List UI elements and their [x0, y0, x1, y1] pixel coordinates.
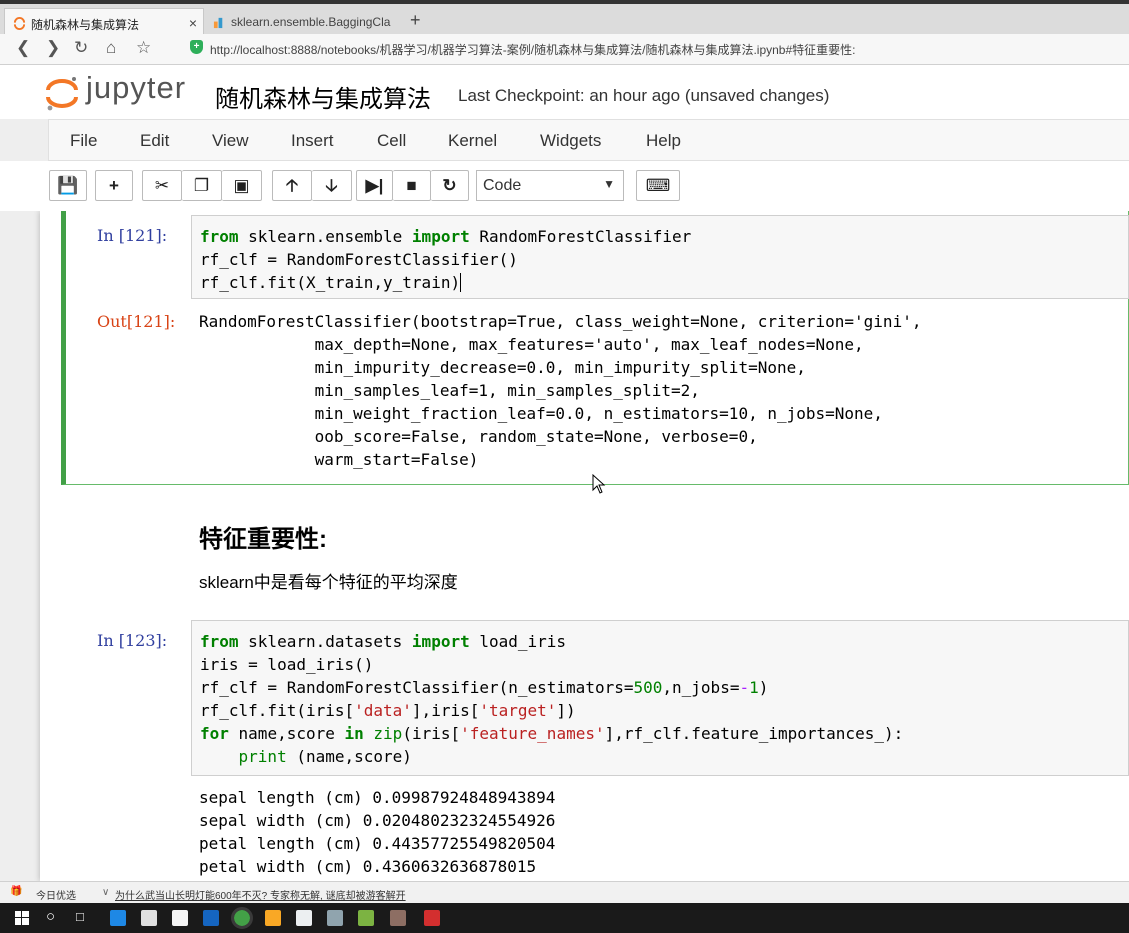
menu-file[interactable]: File	[70, 131, 97, 151]
windows-start-icon[interactable]	[15, 911, 29, 925]
copy-icon[interactable]: ❐	[182, 170, 222, 201]
back-icon[interactable]: ❮	[16, 38, 30, 58]
app-icon[interactable]	[390, 910, 406, 926]
security-shield-icon[interactable]: +	[190, 40, 203, 54]
output-prompt: Out[121]:	[97, 312, 176, 331]
star-icon[interactable]: ☆	[136, 38, 151, 58]
keyboard-icon[interactable]: ⌨	[636, 170, 680, 201]
code-input[interactable]: from sklearn.ensemble import RandomFores…	[191, 215, 1129, 299]
cell-output: sepal length (cm) 0.09987924848943894 se…	[199, 786, 555, 878]
code-text: from sklearn.ensemble import RandomFores…	[200, 227, 692, 292]
markdown-heading: 特征重要性:	[199, 526, 327, 553]
menu-cell[interactable]: Cell	[377, 131, 406, 151]
menu-edit[interactable]: Edit	[140, 131, 169, 151]
output-line: petal width (cm) 0.4360632636878015	[199, 857, 537, 876]
notebook-title[interactable]: 随机森林与集成算法	[215, 79, 431, 114]
tab-title: 随机森林与集成算法	[31, 18, 140, 32]
jupyter-header: jupyter 随机森林与集成算法 Last Checkpoint: an ho…	[0, 65, 1129, 119]
menu-kernel[interactable]: Kernel	[448, 131, 497, 151]
menu-insert[interactable]: Insert	[291, 131, 334, 151]
menu-view[interactable]: View	[212, 131, 249, 151]
sklearn-favicon-icon	[213, 17, 223, 29]
save-icon[interactable]: 💾	[49, 170, 87, 201]
output-line: sepal length (cm) 0.09987924848943894	[199, 788, 556, 807]
menu-help[interactable]: Help	[646, 131, 681, 151]
app-icon[interactable]	[327, 910, 343, 926]
input-prompt: In [121]:	[97, 226, 168, 245]
output-line: min_weight_fraction_leaf=0.0, n_estimato…	[199, 404, 883, 423]
jupyter-logo-icon[interactable]	[44, 73, 80, 113]
edge-icon[interactable]	[110, 910, 126, 926]
new-tab-button[interactable]: +	[410, 10, 421, 31]
paste-icon[interactable]: ▣	[222, 170, 262, 201]
interrupt-icon[interactable]: ■	[393, 170, 431, 201]
code-input[interactable]: from sklearn.datasets import load_iris i…	[191, 620, 1129, 776]
forward-icon[interactable]: ❯	[46, 38, 60, 58]
mail-icon[interactable]	[172, 910, 188, 926]
restart-icon[interactable]: ↻	[431, 170, 469, 201]
app-icon[interactable]	[358, 910, 374, 926]
jupyter-wordmark[interactable]: jupyter	[86, 70, 186, 106]
home-icon[interactable]: ⌂	[106, 38, 116, 58]
insert-cell-icon[interactable]: +	[95, 170, 133, 201]
input-prompt: In [123]:	[97, 631, 168, 650]
code-text: from sklearn.datasets import load_iris i…	[200, 632, 904, 766]
status-left-label[interactable]: 今日优选	[36, 887, 76, 902]
jupyter-favicon-icon	[13, 17, 26, 30]
mouse-cursor-icon	[592, 474, 606, 494]
menu-widgets[interactable]: Widgets	[540, 131, 601, 151]
output-line: min_impurity_decrease=0.0, min_impurity_…	[199, 358, 806, 377]
address-bar: ❮ ❯ ↻ ⌂ ☆ + http://localhost:8888/notebo…	[0, 34, 1129, 65]
notebook-area: In [121]: from sklearn.ensemble import R…	[0, 211, 1129, 881]
os-taskbar: ○ □	[0, 903, 1129, 933]
cut-icon[interactable]: ✂	[142, 170, 182, 201]
output-line: min_samples_leaf=1, min_samples_split=2,	[199, 381, 700, 400]
url-field[interactable]: http://localhost:8888/notebooks/机器学习/机器学…	[210, 41, 855, 58]
run-icon[interactable]: ▶​|	[356, 170, 393, 201]
output-line: sepal width (cm) 0.020480232324554926	[199, 811, 556, 830]
browser-tab-bar: 随机森林与集成算法 × sklearn.ensemble.BaggingCla …	[0, 0, 1129, 38]
store-icon[interactable]	[141, 910, 157, 926]
gift-icon: 🎁	[10, 886, 23, 897]
notebook-toolbar: 💾 + ✂ ❐ ▣ 🡡 🡣 ▶​| ■ ↻ Code ▼ ⌨	[0, 161, 1129, 212]
close-tab-icon[interactable]: ×	[189, 15, 197, 31]
menu-bar: File Edit View Insert Cell Kernel Widget…	[48, 119, 1129, 161]
task-view-icon[interactable]: □	[76, 909, 84, 924]
reload-icon[interactable]: ↻	[74, 38, 88, 58]
dropdown-arrow-icon: ▼	[603, 177, 615, 191]
output-line: petal length (cm) 0.44357725549820504	[199, 834, 556, 853]
notebook-container: In [121]: from sklearn.ensemble import R…	[40, 211, 1129, 881]
cell-type-value: Code	[483, 177, 522, 194]
output-line: RandomForestClassifier(bootstrap=True, c…	[199, 312, 922, 331]
move-up-icon[interactable]: 🡡	[272, 170, 312, 201]
output-line: oob_score=False, random_state=None, verb…	[199, 427, 758, 446]
search-icon[interactable]: ○	[46, 908, 55, 925]
browser-status-bar: 🎁 今日优选 ∨ 为什么武当山长明灯能600年不灭? 专家称无解, 谜底却被游客…	[0, 881, 1129, 904]
markdown-text: sklearn中是看每个特征的平均深度	[199, 573, 458, 592]
chevron-down-icon: ∨	[102, 887, 110, 898]
browser-icon[interactable]	[231, 907, 253, 929]
output-line: max_depth=None, max_features='auto', max…	[199, 335, 864, 354]
folder-icon[interactable]	[265, 910, 281, 926]
cell-type-select[interactable]: Code ▼	[476, 170, 624, 201]
checkpoint-status: Last Checkpoint: an hour ago (unsaved ch…	[458, 86, 830, 105]
news-link[interactable]: 为什么武当山长明灯能600年不灭? 专家称无解, 谜底却被游客解开	[115, 887, 406, 902]
app-icon[interactable]	[296, 910, 312, 926]
app-icon[interactable]	[424, 910, 440, 926]
app-icon[interactable]	[203, 910, 219, 926]
tab-title: sklearn.ensemble.BaggingCla	[231, 15, 391, 29]
move-down-icon[interactable]: 🡣	[312, 170, 352, 201]
output-line: warm_start=False)	[199, 450, 479, 469]
cell-output: RandomForestClassifier(bootstrap=True, c…	[199, 310, 921, 471]
